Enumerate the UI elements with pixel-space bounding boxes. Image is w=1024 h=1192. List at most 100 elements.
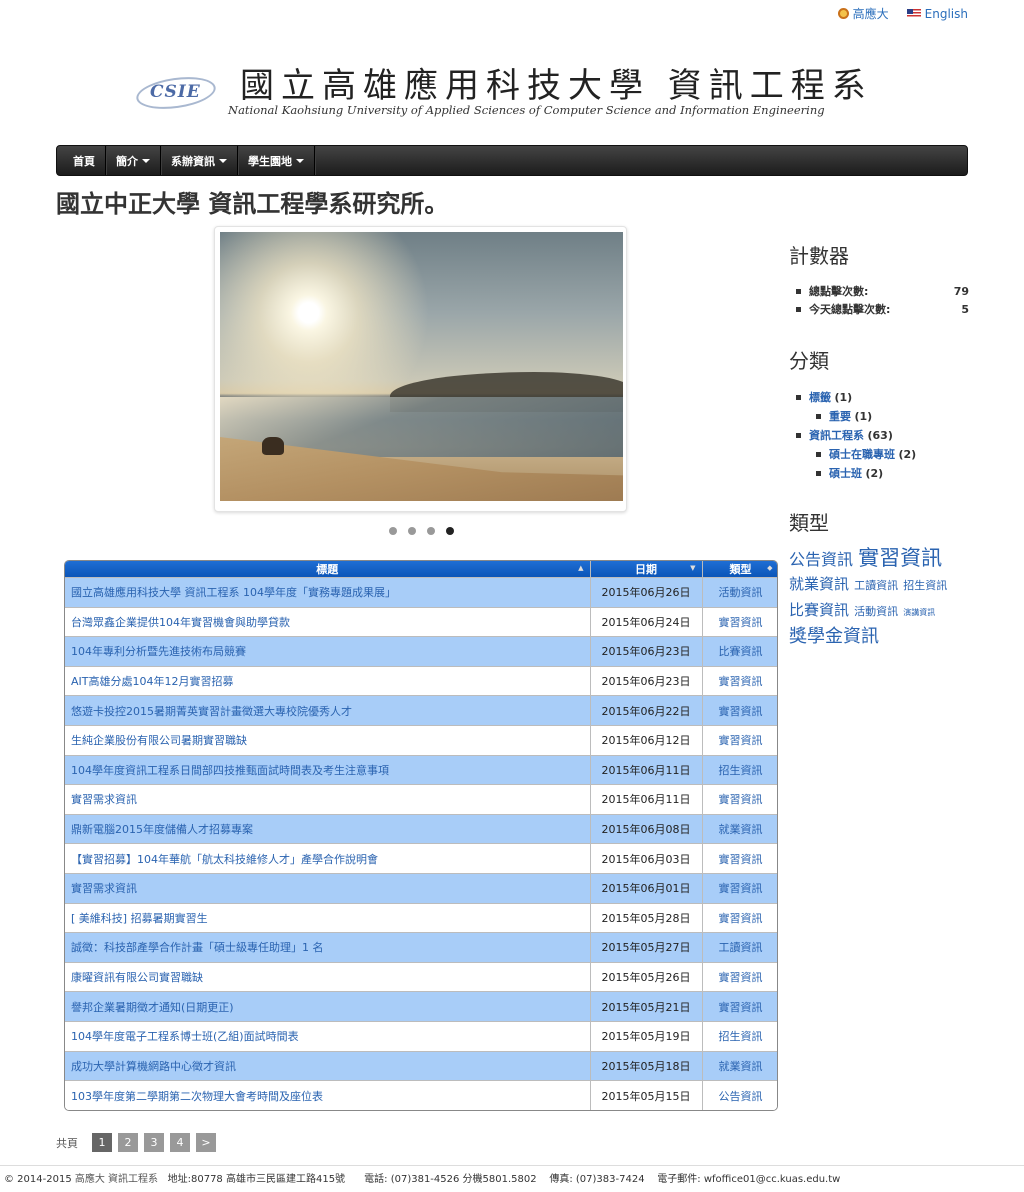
row-type-link[interactable]: 招生資訊 [719, 1030, 763, 1043]
row-type-link[interactable]: 招生資訊 [719, 764, 763, 777]
slider-dot[interactable] [446, 527, 454, 535]
row-title-cell: 成功大學計算機網路中心徵才資訊 [65, 1050, 591, 1081]
row-title-link[interactable]: 實習需求資訊 [71, 793, 137, 806]
row-type-link[interactable]: 實習資訊 [719, 705, 763, 718]
us-flag-icon [906, 9, 921, 18]
news-table: 標題 ▲ 日期 ▼ 類型 ◆ 國立高雄應用科技大學 資訊工程系 104學年度「實務專題… [65, 561, 777, 1110]
row-title-link[interactable]: 【實習招募】104年華航「航太科技維修人才」產學合作說明會 [71, 853, 378, 866]
type-tag-link[interactable]: 活動資訊 [854, 605, 898, 618]
page-1-button[interactable]: 1 [92, 1133, 112, 1152]
row-title-cell: 譽邦企業暑期徵才通知(日期更正) [65, 991, 591, 1022]
type-tag-link[interactable]: 實習資訊 [858, 546, 942, 570]
slider-dot[interactable] [408, 527, 416, 535]
row-type-link[interactable]: 實習資訊 [719, 853, 763, 866]
row-title-link[interactable]: 實習需求資訊 [71, 882, 137, 895]
row-type-link[interactable]: 實習資訊 [719, 1001, 763, 1014]
row-type-link[interactable]: 實習資訊 [719, 793, 763, 806]
row-title-link[interactable]: 成功大學計算機網路中心徵才資訊 [71, 1060, 236, 1073]
row-title-link[interactable]: 104學年度電子工程系博士班(乙組)面試時間表 [71, 1030, 299, 1043]
row-title-link[interactable]: 悠遊卡投控2015暑期菁英實習計畫徵選大專校院優秀人才 [71, 705, 352, 718]
row-type-link[interactable]: 活動資訊 [719, 586, 763, 599]
row-title-link[interactable]: 103學年度第二學期第二次物理大會考時間及座位表 [71, 1090, 323, 1103]
category-link[interactable]: 碩士班 [829, 467, 862, 480]
table-row: AIT高雄分處104年12月實習招募 2015年06月23日 實習資訊 [65, 665, 777, 696]
row-title-cell: 【實習招募】104年華航「航太科技維修人才」產學合作說明會 [65, 843, 591, 874]
type-tag-link[interactable]: 獎學金資訊 [789, 626, 879, 647]
row-type-link[interactable]: 工讀資訊 [719, 941, 763, 954]
row-date: 2015年05月19日 [590, 1020, 703, 1051]
kuas-link[interactable]: 高應大 [837, 5, 889, 22]
row-type-link[interactable]: 實習資訊 [719, 675, 763, 688]
type-tag-link[interactable]: 演講資訊 [903, 608, 935, 617]
category-item: 標籤 (1) [789, 388, 969, 407]
page-2-button[interactable]: 2 [118, 1133, 138, 1152]
type-tag-link[interactable]: 公告資訊 [789, 550, 853, 569]
column-header-date[interactable]: 日期 ▼ [590, 561, 703, 578]
slide-image-beach-sunset[interactable] [220, 232, 623, 501]
slider-dot[interactable] [389, 527, 397, 535]
csie-logo[interactable]: CSIE [134, 72, 218, 114]
english-link[interactable]: English [906, 5, 968, 22]
row-title-cell: 國立高雄應用科技大學 資訊工程系 104學年度「實務專題成果展」 [65, 577, 591, 608]
row-title-link[interactable]: [ 美維科技] 招募暑期實習生 [71, 912, 208, 925]
category-link[interactable]: 碩士在職專班 [829, 448, 895, 461]
row-title-link[interactable]: 譽邦企業暑期徵才通知(日期更正) [71, 1001, 234, 1014]
row-date: 2015年06月24日 [590, 606, 703, 637]
image-slider[interactable] [214, 226, 627, 512]
row-type-cell: 實習資訊 [702, 902, 777, 933]
table-row: 國立高雄應用科技大學 資訊工程系 104學年度「實務專題成果展」 2015年06月… [65, 577, 777, 608]
footer-phone: 電話: (07)381-4526 分機5801.5802 [364, 1174, 537, 1185]
row-type-link[interactable]: 公告資訊 [719, 1090, 763, 1103]
kuas-link-label: 高應大 [852, 7, 889, 21]
type-tag-link[interactable]: 就業資訊 [789, 575, 849, 593]
row-title-cell: [ 美維科技] 招募暑期實習生 [65, 902, 591, 933]
row-type-cell: 就業資訊 [702, 1050, 777, 1081]
footer-dept-link[interactable]: 高應大 資訊工程系 [75, 1174, 158, 1185]
nav-item-2[interactable]: 系辦資訊 [161, 146, 238, 175]
row-title-link[interactable]: 誠徵：科技部產學合作計畫「碩士級專任助理」1 名 [71, 941, 324, 954]
nav-item-3[interactable]: 學生園地 [238, 146, 315, 175]
row-title-link[interactable]: 104學年度資訊工程系日間部四技推甄面試時間表及考生注意事項 [71, 764, 389, 777]
row-title-link[interactable]: 生純企業股份有限公司暑期實習職缺 [71, 734, 247, 747]
row-type-link[interactable]: 實習資訊 [719, 616, 763, 629]
row-title-link[interactable]: AIT高雄分處104年12月實習招募 [71, 675, 233, 688]
type-tag-link[interactable]: 工讀資訊 [854, 579, 898, 592]
row-title-link[interactable]: 104年專利分析暨先進技術布局競賽 [71, 645, 246, 658]
row-title-cell: 104學年度資訊工程系日間部四技推甄面試時間表及考生注意事項 [65, 754, 591, 785]
row-title-link[interactable]: 鼎新電腦2015年度儲備人才招募專案 [71, 823, 253, 836]
footer-email: 電子郵件: wfoffice01@cc.kuas.edu.tw [657, 1174, 841, 1185]
row-type-cell: 實習資訊 [702, 665, 777, 696]
row-type-link[interactable]: 實習資訊 [719, 912, 763, 925]
category-link[interactable]: 標籤 [809, 391, 831, 404]
next-page-button[interactable]: > [196, 1133, 216, 1152]
row-title-cell: 103學年度第二學期第二次物理大會考時間及座位表 [65, 1080, 591, 1110]
row-type-link[interactable]: 就業資訊 [719, 1060, 763, 1073]
category-link[interactable]: 重要 [829, 410, 851, 423]
table-row: 103學年度第二學期第二次物理大會考時間及座位表 2015年05月15日 公告資訊 [65, 1080, 777, 1110]
nav-item-1[interactable]: 簡介 [106, 146, 161, 175]
type-tag-link[interactable]: 招生資訊 [903, 579, 947, 592]
column-header-type[interactable]: 類型 ◆ [702, 561, 777, 578]
row-type-link[interactable]: 實習資訊 [719, 882, 763, 895]
row-type-link[interactable]: 實習資訊 [719, 734, 763, 747]
type-tag-link[interactable]: 比賽資訊 [789, 601, 849, 619]
type-tag-cloud: 公告資訊 實習資訊 就業資訊 工讀資訊 招生資訊 比賽資訊 活動資訊 演講資訊 … [789, 546, 969, 649]
slider-dot[interactable] [427, 527, 435, 535]
news-table-body: 國立高雄應用科技大學 資訊工程系 104學年度「實務專題成果展」 2015年06月… [65, 577, 777, 1110]
pagination: 共頁 1 2 3 4 > [56, 1133, 216, 1152]
row-type-cell: 比賽資訊 [702, 636, 777, 667]
page-4-button[interactable]: 4 [170, 1133, 190, 1152]
row-title-link[interactable]: 國立高雄應用科技大學 資訊工程系 104學年度「實務專題成果展」 [71, 586, 396, 599]
row-type-link[interactable]: 就業資訊 [719, 823, 763, 836]
table-row: 【實習招募】104年華航「航太科技維修人才」產學合作說明會 2015年06月03日… [65, 843, 777, 874]
column-header-title[interactable]: 標題 ▲ [65, 561, 591, 578]
sort-icon: ▲ [578, 564, 584, 572]
category-link[interactable]: 資訊工程系 [809, 429, 864, 442]
page-3-button[interactable]: 3 [144, 1133, 164, 1152]
caret-down-icon [296, 158, 304, 163]
row-title-link[interactable]: 康曜資訊有限公司實習職缺 [71, 971, 203, 984]
row-type-link[interactable]: 比賽資訊 [719, 645, 763, 658]
row-title-link[interactable]: 台灣眾鑫企業提供104年實習機會與助學貸款 [71, 616, 290, 629]
row-type-link[interactable]: 實習資訊 [719, 971, 763, 984]
nav-item-0[interactable]: 首頁 [63, 146, 106, 175]
